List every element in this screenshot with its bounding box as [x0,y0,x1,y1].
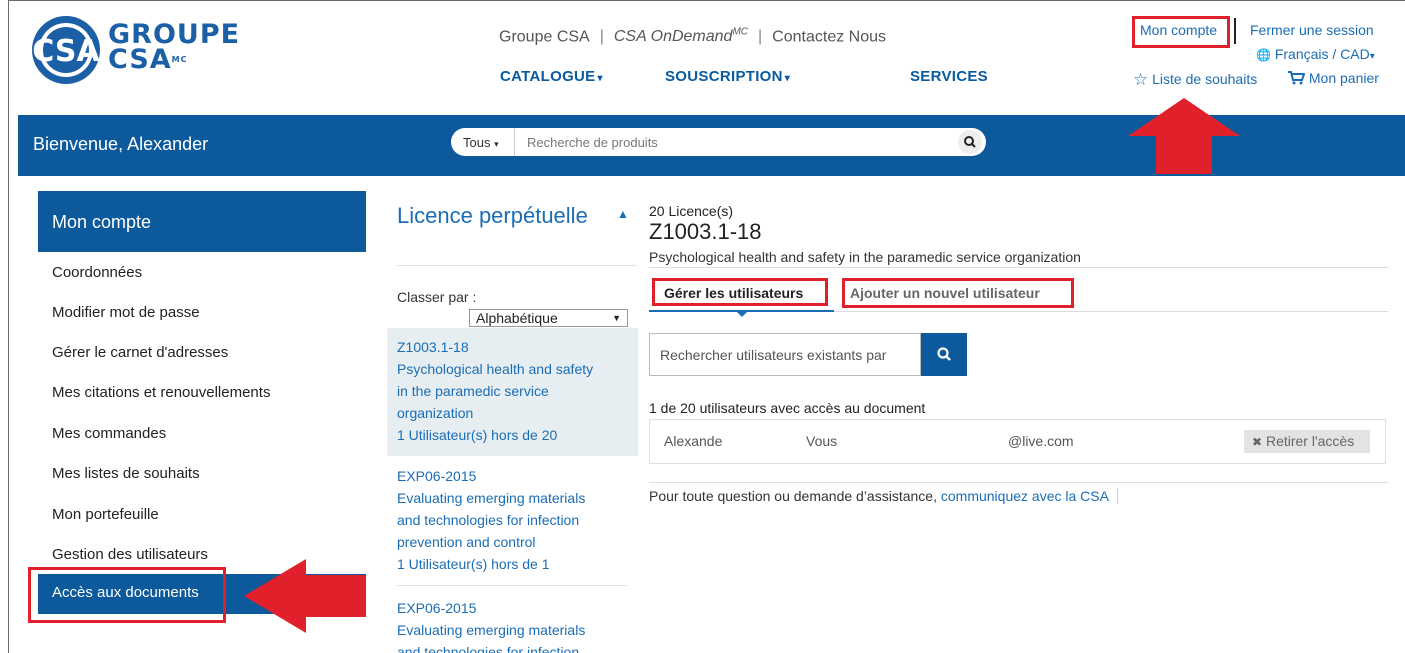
search-icon [937,347,951,361]
star-icon: ☆ [1133,70,1149,89]
sidebar-item-wallet[interactable]: Mon portefeuille [52,506,159,523]
sidebar-item-users[interactable]: Gestion des utilisateurs [52,546,208,563]
search-icon[interactable] [958,130,982,154]
csa-logo-mark-icon: CSA [32,16,100,84]
nav-souscription[interactable]: SOUSCRIPTION ▾ [665,68,790,85]
top-links: Groupe CSA | CSA OnDemandMC | Contactez Nous [499,27,887,46]
user-search-input[interactable] [649,333,921,376]
help-text: Pour toute question ou demande d’assista… [649,488,1118,504]
search-category-dropdown[interactable]: Tous ▾ [451,128,515,156]
logout-link[interactable]: Fermer une session [1250,22,1374,38]
cart-icon [1288,71,1306,85]
arrow-left-icon [244,559,366,633]
license-count: 20 Licence(s) [649,203,734,219]
user-name: Alexande [664,433,723,449]
sort-label: Classer par : [397,289,477,305]
sidebar-item-addressbook[interactable]: Gérer le carnet d'adresses [52,344,228,361]
sidebar-item-coordonnees[interactable]: Coordonnées [52,264,142,281]
sidebar-title: Mon compte [38,191,366,252]
license-item[interactable]: EXP06-2015 Evaluating emerging materials… [397,597,631,653]
nav-catalogue[interactable]: CATALOGUE ▾ [500,68,603,85]
collapse-caret-icon[interactable]: ▲ [617,207,629,221]
user-role: Vous [806,433,838,449]
link-csa-ondemand[interactable]: CSA OnDemandMC [614,27,748,45]
highlight-account [1132,16,1230,48]
close-icon: ✖ [1252,435,1263,449]
sidebar-item-quotes[interactable]: Mes citations et renouvellements [52,384,270,401]
search-input[interactable] [517,128,937,156]
divider [397,585,627,586]
highlight-tab-manage [652,278,828,306]
wishlist-link[interactable]: ☆ Liste de souhaits [1133,70,1257,90]
logo-wordmark: GROUPE CSAMC [108,19,241,75]
contact-csa-link[interactable]: communiquez avec la CSA [941,488,1109,504]
product-search: Tous ▾ [451,128,986,156]
language-selector[interactable]: 🌐 Français / CAD▾ [1256,46,1375,62]
divider [1234,18,1236,44]
user-search-button[interactable] [921,333,967,376]
sidebar-item-orders[interactable]: Mes commandes [52,425,166,442]
license-type-title: Licence perpétuelle [397,203,588,228]
access-summary: 1 de 20 utilisateurs avec accès au docum… [649,400,926,416]
active-tab-pointer [736,311,748,317]
license-item[interactable]: EXP06-2015 Evaluating emerging materials… [397,465,631,575]
license-item[interactable]: Z1003.1-18 Psychological health and safe… [397,336,631,446]
divider [397,265,637,266]
welcome-text: Bienvenue, Alexander [33,134,209,154]
user-email: @live.com [1008,433,1074,449]
divider [649,267,1388,268]
divider [649,482,1388,483]
highlight-documents [28,567,226,623]
sidebar-item-wishlists[interactable]: Mes listes de souhaits [52,465,200,482]
globe-icon: 🌐 [1256,48,1271,62]
sort-select[interactable]: Alphabétique ▼ [469,309,628,327]
link-contact[interactable]: Contactez Nous [772,28,886,45]
standard-code: Z1003.1-18 [649,219,762,244]
link-groupe-csa[interactable]: Groupe CSA [499,28,590,45]
highlight-tab-add [842,278,1074,308]
svg-text:CSA: CSA [32,34,100,69]
nav-services[interactable]: SERVICES [910,68,988,85]
arrow-up-icon [1128,98,1240,174]
remove-access-button[interactable]: ✖ Retirer l'accès [1244,430,1370,453]
sidebar-item-password[interactable]: Modifier mot de passe [52,304,200,321]
csa-logo[interactable]: CSA GROUPE CSAMC [30,14,240,86]
standard-title: Psychological health and safety in the p… [649,249,1081,265]
cart-link[interactable]: Mon panier [1288,70,1379,86]
